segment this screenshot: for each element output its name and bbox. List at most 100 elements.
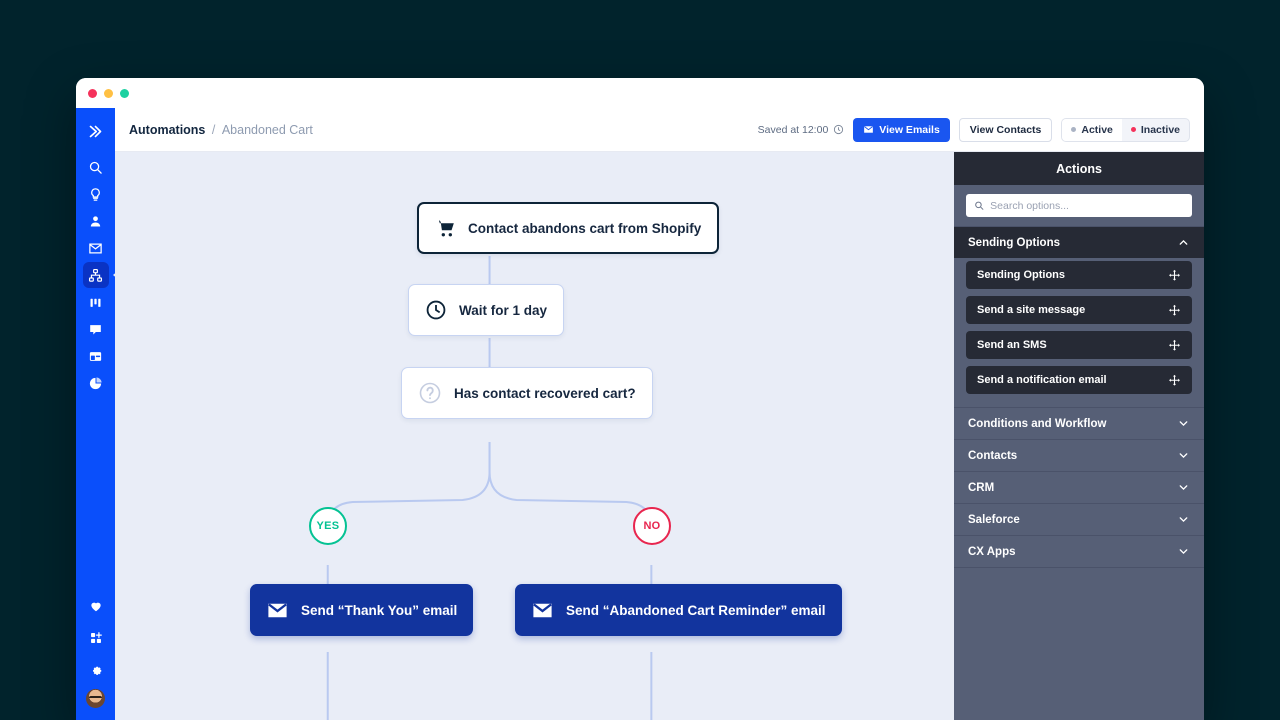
gear-icon [89, 663, 103, 677]
actions-group-label: Contacts [968, 450, 1017, 462]
move-handle-icon[interactable] [1168, 269, 1181, 282]
person-icon [88, 214, 103, 229]
action-item-send-site-message[interactable]: Send a site message [966, 296, 1192, 324]
move-handle-icon[interactable] [1168, 339, 1181, 352]
view-contacts-label: View Contacts [970, 124, 1042, 136]
sidebar-item-search[interactable] [83, 154, 109, 180]
envelope-icon [531, 599, 554, 622]
chevron-down-icon [1177, 481, 1190, 494]
search-icon [88, 160, 103, 175]
flow-node-condition[interactable]: Has contact recovered cart? [401, 367, 653, 419]
envelope-icon [863, 124, 874, 135]
status-toggle-inactive[interactable]: Inactive [1122, 119, 1189, 141]
pie-chart-icon [88, 376, 103, 391]
actions-group-label: CRM [968, 482, 994, 494]
flow-node-trigger[interactable]: Contact abandons cart from Shopify [417, 202, 719, 254]
sidebar-item-contacts[interactable] [83, 208, 109, 234]
actions-group-label: Saleforce [968, 514, 1020, 526]
chevron-up-icon [1177, 236, 1190, 249]
sidebar-item-campaigns[interactable] [83, 235, 109, 261]
sidebar-item-apps[interactable] [83, 625, 109, 651]
branch-badge-no[interactable]: NO [633, 507, 671, 545]
flow-node-email-no[interactable]: Send “Abandoned Cart Reminder” email [515, 584, 842, 636]
status-toggle-active[interactable]: Active [1062, 119, 1122, 141]
actions-search-wrap [954, 185, 1204, 226]
flow-node-wait-label: Wait for 1 day [459, 303, 547, 318]
sidebar-item-reports[interactable] [83, 370, 109, 396]
sidebar-item-settings[interactable] [83, 657, 109, 683]
move-handle-icon[interactable] [1168, 304, 1181, 317]
actions-group-label: CX Apps [968, 546, 1016, 558]
chat-icon [88, 322, 103, 337]
sidebar-item-website[interactable] [83, 343, 109, 369]
actions-group-cx-apps[interactable]: CX Apps [954, 535, 1204, 567]
actions-group-conditions-and-workflow[interactable]: Conditions and Workflow [954, 407, 1204, 439]
top-toolbar: Automations / Abandoned Cart Saved at 12… [115, 108, 1204, 152]
status-dot-active [1071, 127, 1076, 132]
action-item-send-sms[interactable]: Send an SMS [966, 331, 1192, 359]
flow-node-email-no-label: Send “Abandoned Cart Reminder” email [566, 603, 826, 618]
actions-group-contacts[interactable]: Contacts [954, 439, 1204, 471]
actions-group-label: Conditions and Workflow [968, 418, 1106, 430]
sitemap-icon [88, 268, 103, 283]
shopping-cart-icon [435, 218, 456, 239]
actions-group-items: Sending Options Send a site message [954, 258, 1204, 407]
flow-node-email-yes[interactable]: Send “Thank You” email [250, 584, 473, 636]
actions-group-saleforce[interactable]: Saleforce [954, 503, 1204, 535]
view-emails-button[interactable]: View Emails [853, 118, 950, 142]
sidebar-logo[interactable] [83, 118, 109, 144]
sidebar-item-ideas[interactable] [83, 181, 109, 207]
lightbulb-icon [88, 187, 103, 202]
sidebar-item-deals[interactable] [83, 289, 109, 315]
heart-icon [89, 599, 103, 613]
app-window: Automations / Abandoned Cart Saved at 12… [76, 78, 1204, 720]
window-maximize-button[interactable] [120, 89, 129, 98]
question-mark-icon [418, 381, 442, 405]
breadcrumb: Automations / Abandoned Cart [129, 123, 313, 137]
status-active-label: Active [1081, 124, 1113, 136]
chevron-down-icon [1177, 417, 1190, 430]
action-item-sending-options[interactable]: Sending Options [966, 261, 1192, 289]
window-titlebar [76, 78, 1204, 108]
clock-icon [425, 299, 447, 321]
saved-status-text: Saved at 12:00 [758, 124, 829, 136]
actions-group-crm[interactable]: CRM [954, 471, 1204, 503]
breadcrumb-separator: / [212, 123, 215, 137]
breadcrumb-current: Abandoned Cart [222, 123, 313, 137]
actions-group-label: Sending Options [968, 237, 1060, 249]
flow-node-email-yes-label: Send “Thank You” email [301, 603, 457, 618]
chevron-down-icon [1177, 545, 1190, 558]
saved-status: Saved at 12:00 [758, 124, 845, 136]
actions-panel-filler [954, 567, 1204, 720]
view-contacts-button[interactable]: View Contacts [959, 118, 1053, 142]
branch-badge-yes[interactable]: YES [309, 507, 347, 545]
automation-canvas[interactable]: Contact abandons cart from Shopify Wait … [115, 152, 954, 720]
action-item-label: Send an SMS [977, 339, 1047, 351]
view-emails-label: View Emails [879, 124, 940, 136]
move-handle-icon[interactable] [1168, 374, 1181, 387]
sidebar-item-automations[interactable] [83, 262, 109, 288]
envelope-icon [266, 599, 289, 622]
actions-group-sending-options[interactable]: Sending Options [954, 226, 1204, 258]
action-item-label: Sending Options [977, 269, 1065, 281]
chevron-down-icon [1177, 513, 1190, 526]
status-inactive-label: Inactive [1141, 124, 1180, 136]
sidebar-item-conversations[interactable] [83, 316, 109, 342]
sidebar-item-favorites[interactable] [83, 593, 109, 619]
avatar[interactable] [86, 689, 105, 708]
window-close-button[interactable] [88, 89, 97, 98]
flow-node-condition-label: Has contact recovered cart? [454, 386, 636, 401]
flow-node-wait[interactable]: Wait for 1 day [408, 284, 564, 336]
action-item-label: Send a notification email [977, 374, 1107, 386]
breadcrumb-root[interactable]: Automations [129, 123, 205, 137]
window-minimize-button[interactable] [104, 89, 113, 98]
search-input[interactable] [990, 200, 1184, 212]
actions-panel: Actions Sending Options [954, 152, 1204, 720]
actions-panel-title: Actions [954, 152, 1204, 185]
search-box[interactable] [966, 194, 1192, 217]
branch-badge-no-label: NO [643, 520, 660, 532]
action-item-send-notification-email[interactable]: Send a notification email [966, 366, 1192, 394]
chevron-right-logo-icon [87, 123, 104, 140]
status-toggle: Active Inactive [1061, 118, 1190, 142]
bar-chart-icon [88, 295, 103, 310]
